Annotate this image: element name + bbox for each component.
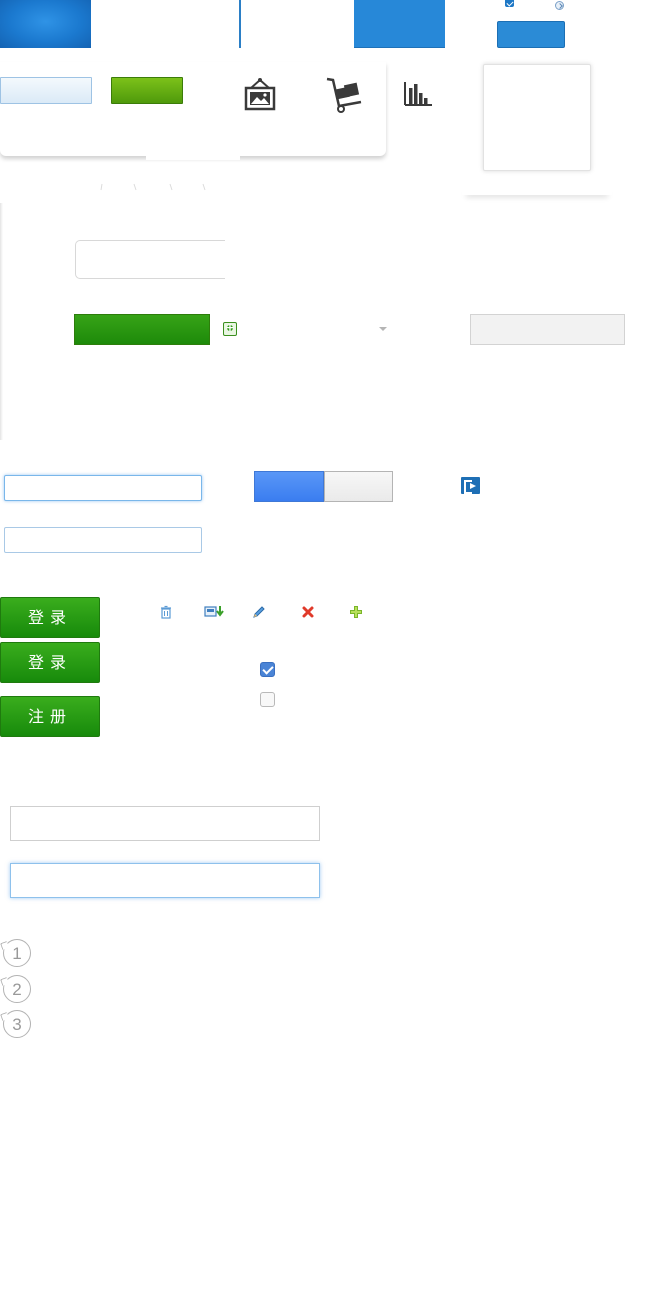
blue-tile[interactable] — [354, 0, 445, 48]
add-circle-icon[interactable] — [223, 321, 237, 336]
picture-frame-icon[interactable] — [240, 76, 280, 114]
blue-tile-dark[interactable] — [0, 0, 91, 48]
pencil-icon[interactable] — [251, 604, 267, 620]
popup-card — [483, 64, 591, 171]
toolbar-panel-notch — [146, 150, 240, 160]
green-submit-button[interactable] — [74, 314, 210, 345]
check-badge-icon[interactable] — [505, 0, 514, 7]
text-input[interactable] — [4, 527, 202, 553]
faint-separator — [100, 183, 206, 191]
arrow-circle-icon[interactable] — [555, 1, 564, 10]
step-marker: 3 — [3, 1010, 31, 1038]
form-left-edge — [0, 203, 3, 440]
step-marker: 1 — [3, 939, 31, 967]
green-button[interactable] — [111, 77, 183, 104]
step-marker: 2 — [3, 975, 31, 1003]
gray-input[interactable] — [470, 314, 625, 345]
segment-active-button[interactable] — [254, 471, 324, 502]
focused-input[interactable] — [4, 475, 202, 501]
checkbox-checked[interactable] — [260, 662, 275, 677]
blue-button[interactable] — [497, 21, 565, 48]
login-button-alt[interactable]: 登录 — [0, 642, 100, 683]
hand-truck-icon[interactable] — [325, 76, 365, 114]
vertical-divider — [239, 0, 241, 48]
segment-inactive-button[interactable] — [324, 471, 393, 502]
rounded-text-input[interactable] — [75, 240, 225, 279]
bar-chart-icon[interactable] — [402, 76, 442, 114]
popup-shadow — [462, 183, 612, 195]
wide-focused-input[interactable] — [10, 863, 320, 898]
trash-icon[interactable] — [158, 604, 174, 620]
checkbox-unchecked[interactable] — [260, 692, 275, 707]
delete-x-icon[interactable] — [300, 604, 316, 620]
add-plus-icon[interactable] — [348, 604, 364, 620]
dropdown-caret-icon[interactable] — [379, 327, 387, 331]
register-button[interactable]: 注册 — [0, 696, 100, 737]
download-icon[interactable] — [204, 604, 226, 620]
logout-icon[interactable] — [461, 477, 480, 494]
login-button[interactable]: 登录 — [0, 597, 100, 638]
wide-text-input[interactable] — [10, 806, 320, 841]
light-blue-button[interactable] — [0, 77, 92, 104]
